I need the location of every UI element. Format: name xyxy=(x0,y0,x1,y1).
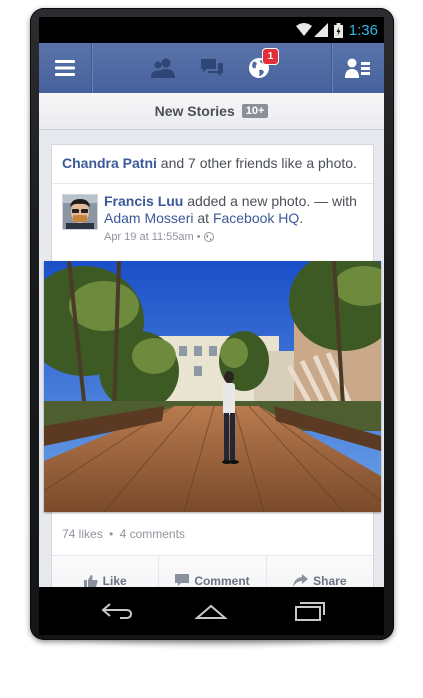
new-stories-count: 10+ xyxy=(241,104,269,118)
hamburger-icon xyxy=(55,60,75,76)
home-button[interactable] xyxy=(171,587,251,635)
place-link[interactable]: Facebook HQ xyxy=(213,210,299,226)
back-button[interactable] xyxy=(77,587,157,635)
menu-button[interactable] xyxy=(39,43,91,93)
comments-count[interactable]: 4 comments xyxy=(120,527,185,541)
notification-badge: 1 xyxy=(263,49,278,64)
story-card: Chandra Patni and 7 other friends like a… xyxy=(44,144,381,587)
back-icon xyxy=(101,603,133,619)
new-stories-bar[interactable]: New Stories 10+ xyxy=(39,93,384,130)
friend-requests-button[interactable] xyxy=(147,43,179,93)
messages-button[interactable] xyxy=(196,43,228,93)
post-photo[interactable] xyxy=(44,261,381,512)
status-bar: 1:36 xyxy=(39,17,384,43)
engagement-counts: 74 likes • 4 comments xyxy=(62,527,185,541)
new-stories-label: New Stories xyxy=(154,103,235,119)
tagged-friend-link[interactable]: Adam Mosseri xyxy=(104,210,193,226)
chat-icon xyxy=(201,59,223,76)
social-context: Chandra Patni and 7 other friends like a… xyxy=(62,155,362,171)
comment-button[interactable]: Comment xyxy=(159,556,267,588)
signal-icon xyxy=(313,23,328,37)
social-context-text: and 7 other friends like a photo. xyxy=(156,155,357,171)
screen: 1:36 1 New Stories 10+ Chandra Patni and… xyxy=(39,17,384,587)
action-bar: Like Comment Share xyxy=(52,556,373,587)
counts-dot: • xyxy=(109,527,114,541)
wifi-icon xyxy=(295,23,312,36)
likes-count[interactable]: 74 likes xyxy=(62,527,103,541)
at-text: at xyxy=(193,210,213,226)
battery-icon xyxy=(333,22,343,38)
share-label: Share xyxy=(313,573,347,588)
avatar[interactable] xyxy=(62,194,98,230)
comment-label: Comment xyxy=(194,573,250,588)
recent-apps-icon xyxy=(295,602,325,621)
meta-dot: • xyxy=(196,231,201,243)
home-icon xyxy=(194,604,228,619)
system-navigation-bar xyxy=(39,587,384,635)
timestamp[interactable]: Apr 19 at 11:55am xyxy=(104,231,194,243)
end-text: . xyxy=(299,210,304,226)
friends-list-button[interactable] xyxy=(332,43,384,93)
share-icon xyxy=(293,574,309,587)
recent-apps-button[interactable] xyxy=(269,587,349,635)
post-description: Francis Luu added a new photo. — with Ad… xyxy=(104,193,364,227)
friends-icon xyxy=(151,58,175,78)
share-button[interactable]: Share xyxy=(266,556,373,588)
globe-privacy-icon xyxy=(203,232,214,242)
divider xyxy=(52,183,373,184)
social-actor-link[interactable]: Chandra Patni xyxy=(62,155,157,171)
author-link[interactable]: Francis Luu xyxy=(104,193,183,209)
thumbs-up-icon xyxy=(83,574,98,587)
comment-icon xyxy=(175,574,190,586)
action-text: added a new photo. — with xyxy=(183,193,357,209)
post-meta: Apr 19 at 11:55am • xyxy=(104,231,214,243)
top-navbar: 1 xyxy=(39,43,384,94)
contacts-icon xyxy=(345,58,370,78)
like-button[interactable]: Like xyxy=(52,556,160,588)
like-label: Like xyxy=(102,573,127,588)
clock: 1:36 xyxy=(348,21,378,39)
